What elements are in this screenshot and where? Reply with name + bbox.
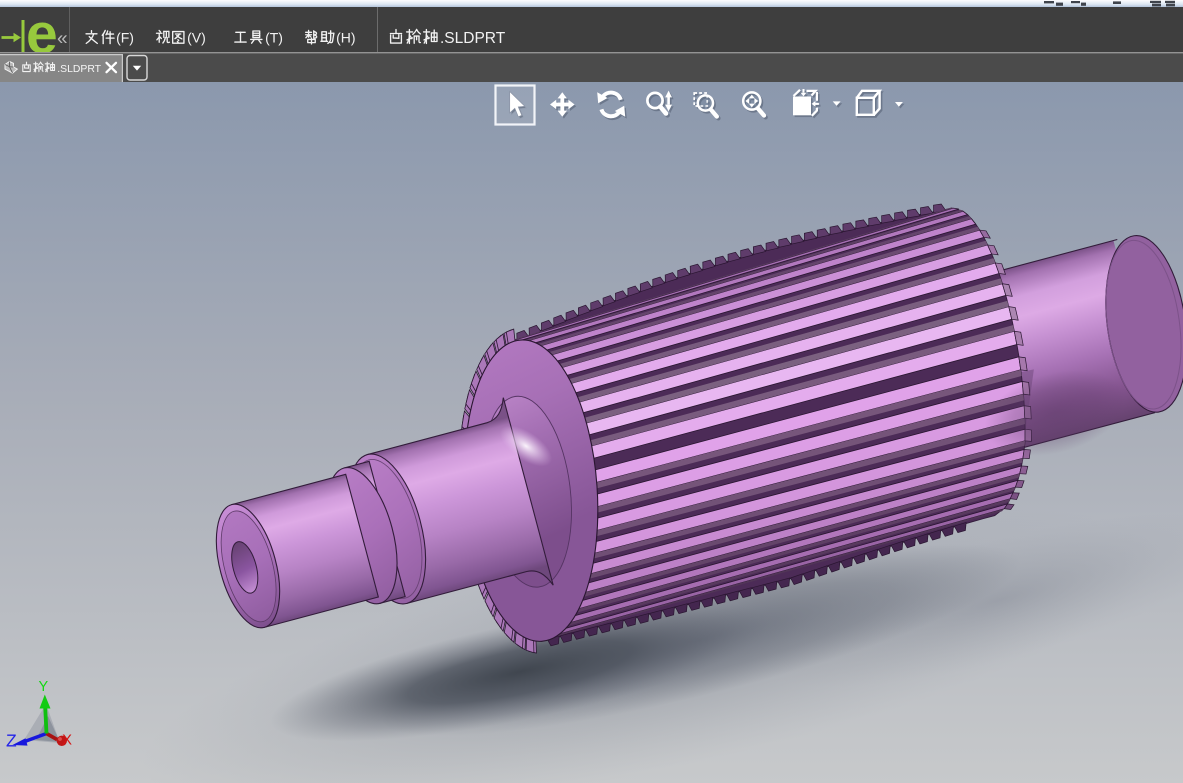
svg-text:(H): (H) (336, 30, 355, 46)
svg-text:(V): (V) (187, 30, 206, 46)
svg-text:X: X (62, 732, 72, 749)
svg-text:(F): (F) (116, 30, 134, 46)
svg-text:«: « (57, 29, 68, 50)
svg-text:Y: Y (39, 679, 49, 695)
svg-text:.SLDPRT: .SLDPRT (57, 64, 101, 75)
svg-text:(T): (T) (265, 30, 283, 46)
svg-text:.SLDPRT: .SLDPRT (440, 30, 506, 47)
svg-text:Z: Z (6, 731, 17, 751)
